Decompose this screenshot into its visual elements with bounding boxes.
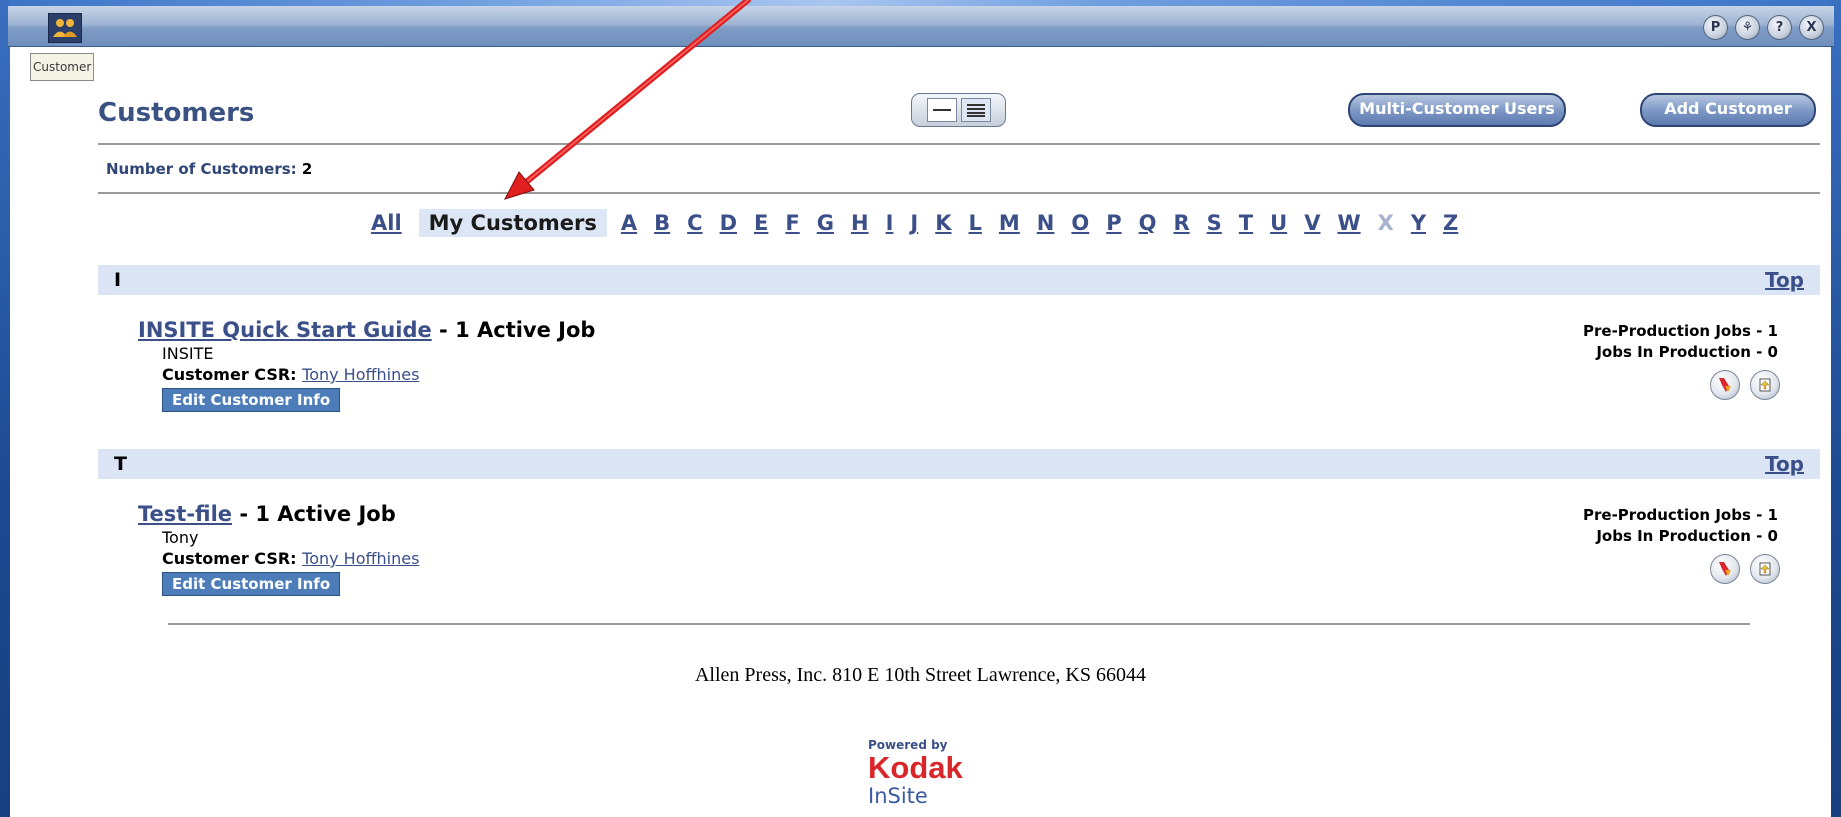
top-link[interactable]: Top	[1765, 452, 1804, 476]
app-icon-tooltip: Customer	[30, 53, 95, 81]
compact-view-icon[interactable]	[926, 98, 957, 122]
filter-letter-g[interactable]: G	[817, 211, 834, 235]
filter-letter-j[interactable]: J	[910, 211, 918, 235]
close-button[interactable]: X	[1799, 15, 1824, 40]
insite-logo: InSite	[868, 784, 928, 808]
frame-left	[0, 0, 10, 817]
customer-csr: Customer CSR: Tony Hoffhines	[162, 549, 419, 568]
job-action-icons	[1710, 554, 1780, 584]
filter-letter-d[interactable]: D	[720, 211, 737, 235]
kodak-logo: Kodak	[868, 750, 963, 785]
section-header-i: I Top	[98, 265, 1820, 295]
filter-letter-n[interactable]: N	[1037, 211, 1055, 235]
jobs-in-production: Jobs In Production - 0	[1596, 527, 1778, 545]
frame-right	[1831, 0, 1841, 817]
edit-customer-info-button[interactable]: Edit Customer Info	[162, 388, 341, 412]
filter-letter-t[interactable]: T	[1239, 211, 1253, 235]
filter-letter-a[interactable]: A	[621, 211, 637, 235]
multi-customer-users-button[interactable]: Multi-Customer Users	[1348, 93, 1566, 127]
customer-code: INSITE	[162, 344, 214, 363]
new-job-icon[interactable]	[1710, 554, 1740, 584]
job-counts: Pre-Production Jobs - 1 Jobs In Producti…	[1583, 505, 1778, 547]
filter-letter-k[interactable]: K	[935, 211, 951, 235]
section-letter: I	[114, 269, 122, 291]
add-customer-button[interactable]: Add Customer	[1640, 93, 1816, 127]
view-toggle[interactable]	[911, 93, 1006, 127]
section-letter: T	[114, 453, 127, 475]
customer-name-link[interactable]: Test-file	[138, 502, 232, 526]
filter-letter-s[interactable]: S	[1207, 211, 1222, 235]
powered-by-logo: Powered by Kodak InSite	[868, 738, 978, 808]
filter-letter-q[interactable]: Q	[1139, 211, 1157, 235]
upload-files-icon[interactable]	[1750, 370, 1780, 400]
customers-app-icon[interactable]	[48, 13, 82, 43]
filter-letter-p[interactable]: P	[1106, 211, 1121, 235]
csr-name-link[interactable]: Tony Hoffhines	[302, 549, 419, 568]
active-jobs-count: - 1 Active Job	[232, 502, 396, 526]
filter-letter-c[interactable]: C	[687, 211, 702, 235]
filter-letter-m[interactable]: M	[999, 211, 1020, 235]
customer-count-value: 2	[301, 160, 313, 178]
footer-address: Allen Press, Inc. 810 E 10th Street Lawr…	[694, 664, 1146, 686]
new-job-icon[interactable]	[1710, 370, 1740, 400]
filter-all[interactable]: All	[371, 211, 402, 235]
filter-letter-b[interactable]: B	[654, 211, 670, 235]
filter-letter-l[interactable]: L	[969, 211, 982, 235]
filter-letter-f[interactable]: F	[785, 211, 799, 235]
filter-letter-r[interactable]: R	[1174, 211, 1190, 235]
preferences-button[interactable]: P	[1703, 15, 1728, 40]
job-action-icons	[1710, 370, 1780, 400]
filter-letter-v[interactable]: V	[1304, 211, 1320, 235]
pre-production-jobs: Pre-Production Jobs - 1	[1583, 506, 1778, 524]
detail-view-icon[interactable]	[960, 98, 991, 122]
filter-letter-y[interactable]: Y	[1411, 211, 1426, 235]
customer-count-label: Number of Customers:	[106, 160, 297, 178]
pre-production-jobs: Pre-Production Jobs - 1	[1583, 322, 1778, 340]
top-link[interactable]: Top	[1765, 268, 1804, 292]
filter-letter-w[interactable]: W	[1337, 211, 1360, 235]
filter-letter-x: X	[1377, 211, 1394, 235]
csr-label: Customer CSR:	[162, 549, 297, 568]
tools-button[interactable]: ⚘	[1735, 15, 1760, 40]
help-button[interactable]: ?	[1767, 15, 1792, 40]
filter-letter-o[interactable]: O	[1071, 211, 1089, 235]
upload-files-icon[interactable]	[1750, 554, 1780, 584]
filter-letter-e[interactable]: E	[754, 211, 768, 235]
customer-entry: Test-file - 1 Active Job Tony Customer C…	[138, 502, 419, 596]
title-bar: P ⚘ ? X	[8, 6, 1834, 47]
page-title: Customers	[98, 98, 255, 128]
customer-csr: Customer CSR: Tony Hoffhines	[162, 365, 595, 384]
active-jobs-count: - 1 Active Job	[431, 318, 596, 342]
customer-code: Tony	[162, 528, 199, 547]
footer-divider	[168, 623, 1750, 625]
edit-customer-info-button[interactable]: Edit Customer Info	[162, 572, 341, 596]
filter-letter-u[interactable]: U	[1270, 211, 1287, 235]
csr-label: Customer CSR:	[162, 365, 297, 384]
alphabet-filter: All My Customers A B C D E F G H I J K L…	[371, 209, 1475, 237]
divider	[98, 143, 1820, 145]
customer-name-link[interactable]: INSITE Quick Start Guide	[138, 318, 432, 342]
filter-letter-h[interactable]: H	[851, 211, 869, 235]
jobs-in-production: Jobs In Production - 0	[1596, 343, 1778, 361]
customer-entry: INSITE Quick Start Guide - 1 Active Job …	[138, 318, 595, 412]
filter-letter-z[interactable]: Z	[1443, 211, 1458, 235]
job-counts: Pre-Production Jobs - 1 Jobs In Producti…	[1583, 321, 1778, 363]
divider	[98, 192, 1820, 194]
filter-letter-i[interactable]: I	[886, 211, 894, 235]
csr-name-link[interactable]: Tony Hoffhines	[302, 365, 419, 384]
customer-count: Number of Customers: 2	[106, 160, 312, 178]
section-header-t: T Top	[98, 449, 1820, 479]
filter-my-customers[interactable]: My Customers	[418, 209, 607, 237]
